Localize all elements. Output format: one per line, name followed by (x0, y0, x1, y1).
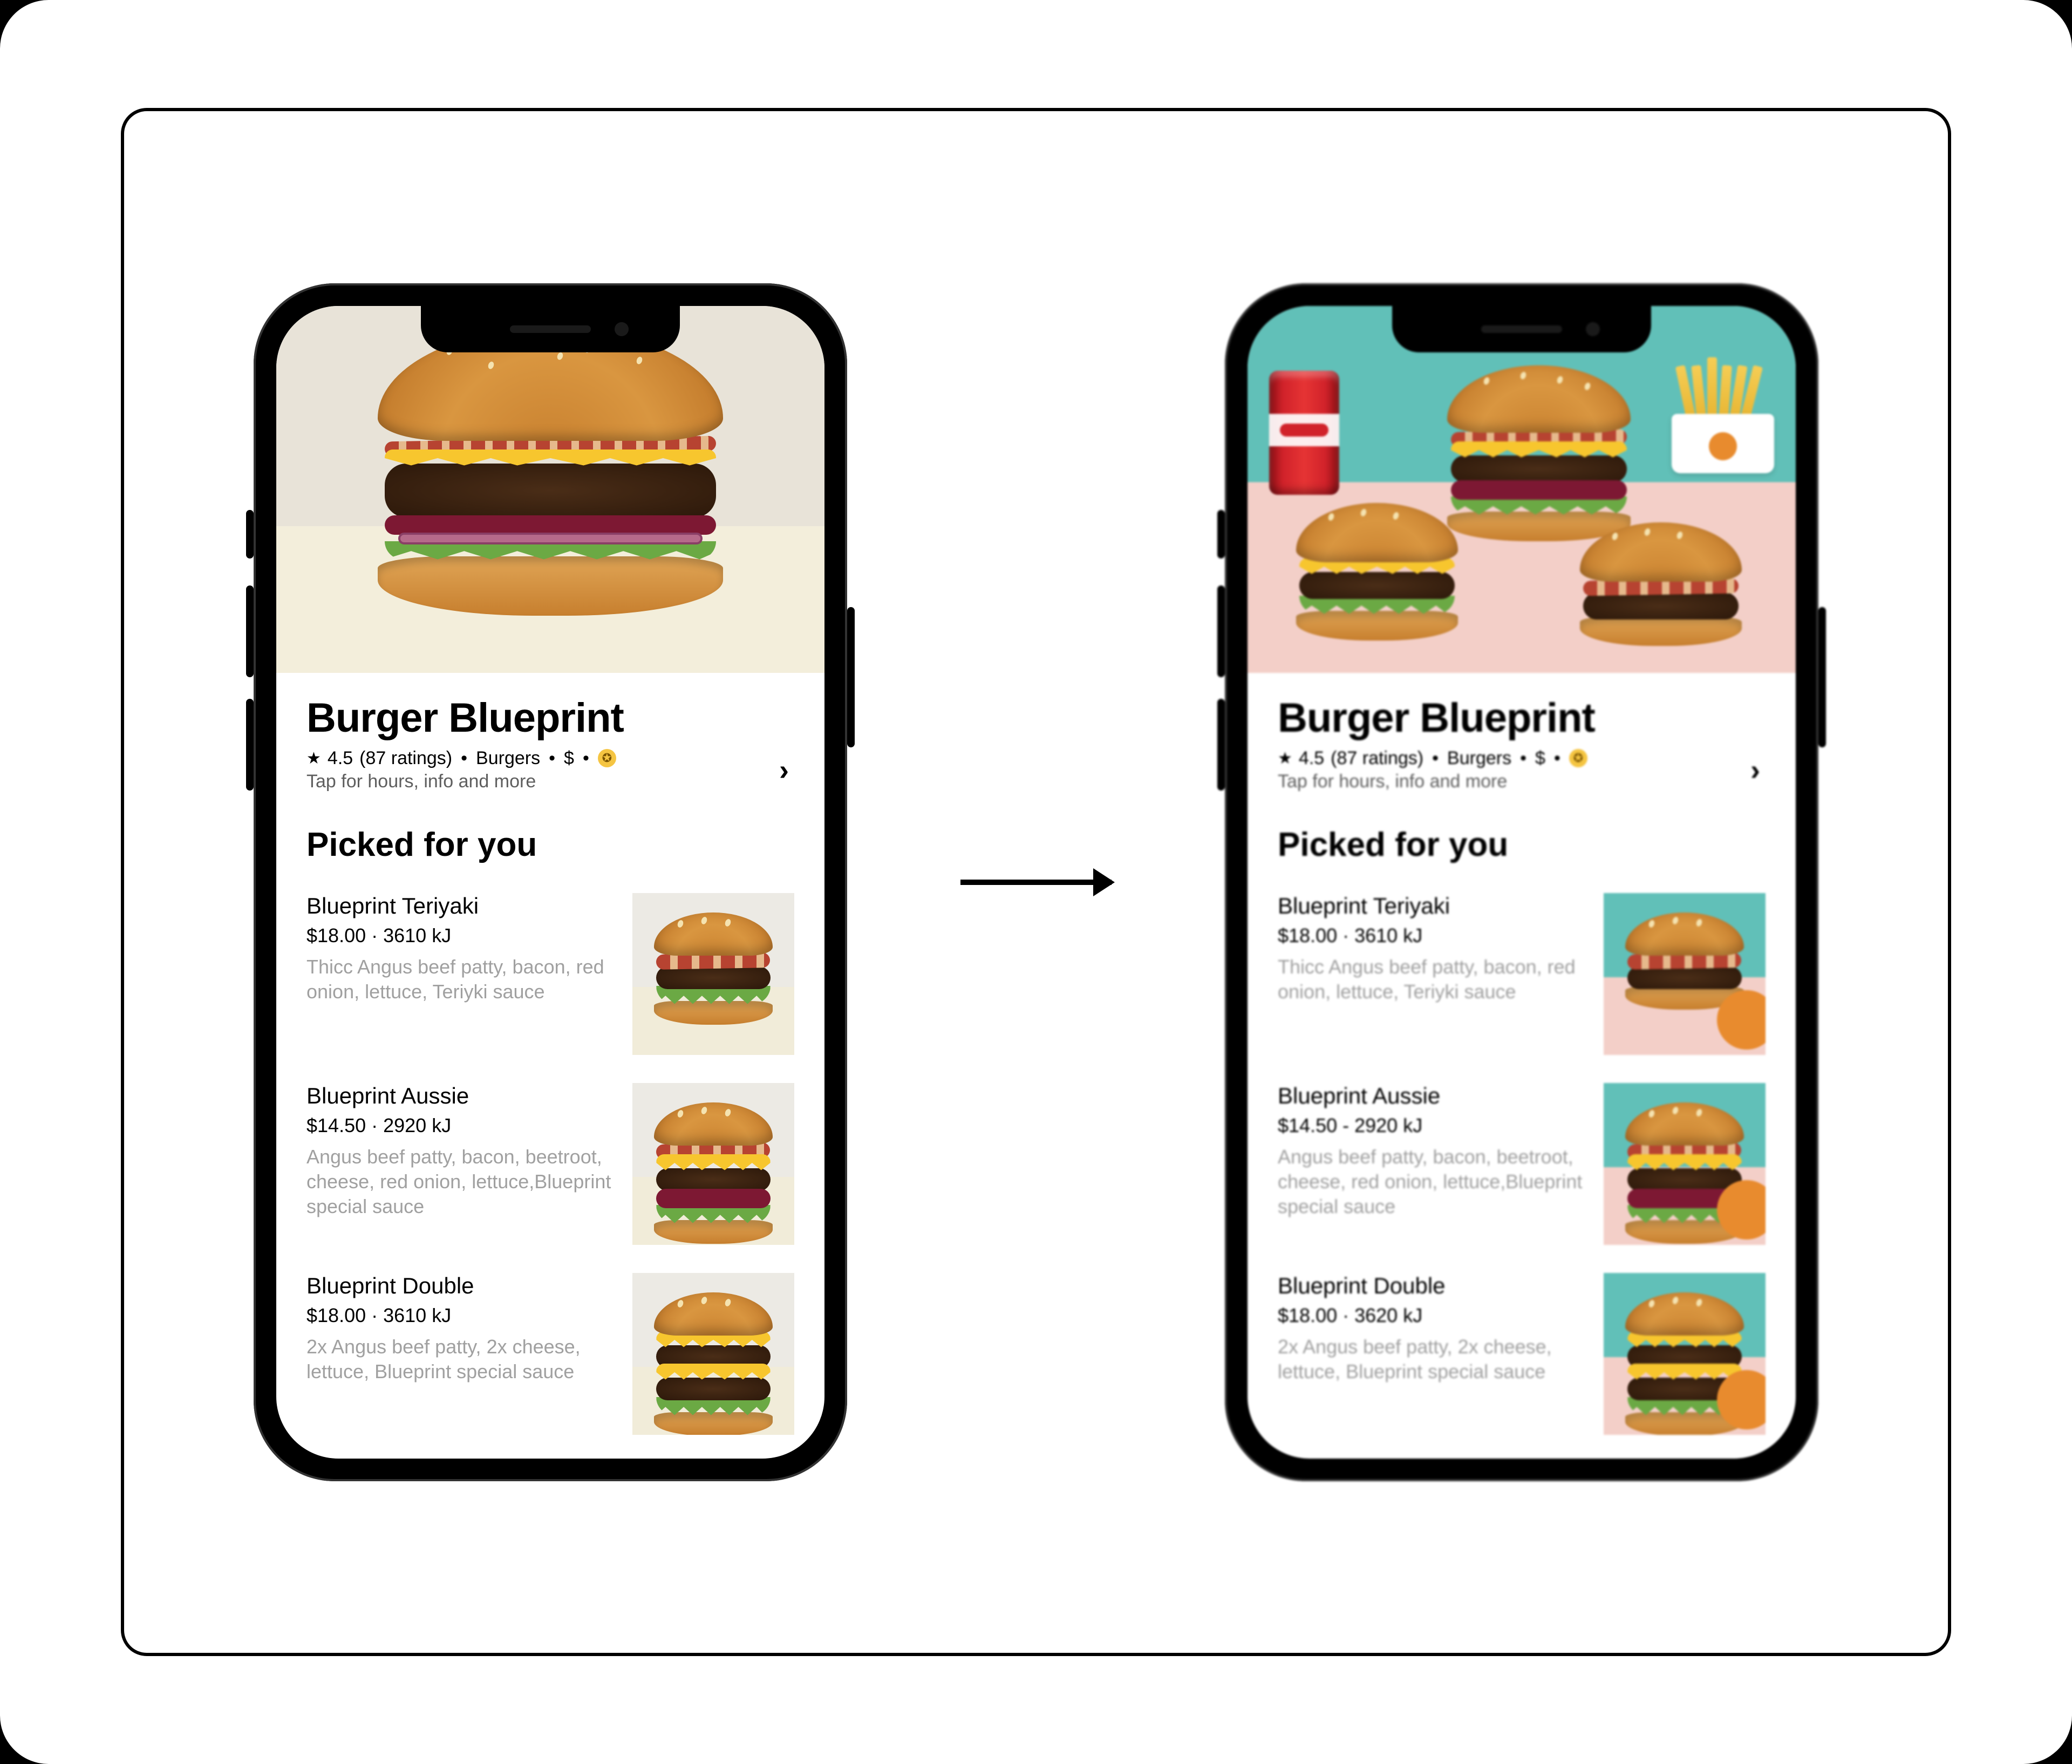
award-badge-icon: ✪ (1569, 749, 1587, 767)
restaurant-hero-image[interactable] (1248, 306, 1796, 673)
restaurant-info-row[interactable]: ★ 4.5 (87 ratings) Burgers $ ✪ Tap for h… (1278, 748, 1766, 792)
menu-item-description: Angus beef patty, bacon, beetroot, chees… (306, 1145, 616, 1219)
star-icon: ★ (306, 749, 321, 768)
menu-item-description: 2x Angus beef patty, 2x cheese, lettuce,… (1278, 1334, 1587, 1384)
restaurant-hero-image[interactable] (276, 306, 824, 673)
rating-value: 4.5 (1299, 748, 1324, 769)
menu-item[interactable]: Blueprint Teriyaki $18.00 · 3610 kJ Thic… (1278, 879, 1766, 1069)
menu-item-price: $14.50 · 2920 kJ (306, 1114, 616, 1137)
comparison-frame: Burger Blueprint ★ 4.5 (87 ratings) Burg… (121, 108, 1951, 1656)
star-icon: ★ (1278, 749, 1292, 768)
menu-item-description: Thicc Angus beef patty, bacon, red onion… (306, 955, 616, 1004)
restaurant-category: Burgers (1447, 748, 1511, 769)
award-badge-icon: ✪ (598, 749, 616, 767)
arrow-right-icon (960, 880, 1112, 885)
burger-illustration (1447, 365, 1631, 541)
rating-count: (87 ratings) (359, 748, 452, 769)
menu-item-price: $18.00 · 3610 kJ (1278, 924, 1587, 947)
screen-after[interactable]: Burger Blueprint ★ 4.5 (87 ratings) Burg… (1248, 306, 1796, 1459)
price-tier: $ (564, 748, 574, 769)
restaurant-info-row[interactable]: ★ 4.5 (87 ratings) Burgers $ ✪ Tap for h… (306, 748, 794, 792)
menu-item-name: Blueprint Double (1278, 1273, 1587, 1299)
section-heading: Picked for you (306, 826, 794, 864)
menu-item-description: Thicc Angus beef patty, bacon, red onion… (1278, 955, 1587, 1004)
hours-info-hint: Tap for hours, info and more (306, 771, 616, 792)
phone-notch (421, 306, 680, 352)
phone-mockup-after: Burger Blueprint ★ 4.5 (87 ratings) Burg… (1225, 283, 1818, 1481)
hours-info-hint: Tap for hours, info and more (1278, 771, 1587, 792)
menu-item[interactable]: Blueprint Double $18.00 · 3610 kJ 2x Ang… (306, 1259, 794, 1449)
section-heading: Picked for you (1278, 826, 1766, 864)
phone-mockup-before: Burger Blueprint ★ 4.5 (87 ratings) Burg… (254, 283, 847, 1481)
menu-item-image (1604, 1273, 1766, 1435)
restaurant-title: Burger Blueprint (1278, 694, 1766, 741)
menu-item-price: $18.00 · 3610 kJ (306, 924, 616, 947)
coke-can-illustration (1269, 371, 1339, 495)
price-tier: $ (1535, 748, 1545, 769)
menu-item-name: Blueprint Double (306, 1273, 616, 1299)
menu-item-image (632, 1083, 794, 1245)
menu-item-price: $18.00 · 3610 kJ (306, 1304, 616, 1327)
screen-before[interactable]: Burger Blueprint ★ 4.5 (87 ratings) Burg… (276, 306, 824, 1459)
fries-illustration (1672, 371, 1774, 473)
burger-illustration (1296, 503, 1458, 641)
menu-item-image (632, 893, 794, 1055)
chevron-right-icon[interactable]: › (774, 748, 794, 792)
menu-item-name: Blueprint Teriyaki (306, 893, 616, 919)
menu-item[interactable]: Blueprint Aussie $14.50 - 2920 kJ Angus … (1278, 1069, 1766, 1259)
menu-item-name: Blueprint Teriyaki (1278, 893, 1587, 919)
rating-count: (87 ratings) (1331, 748, 1423, 769)
menu-item-description: 2x Angus beef patty, 2x cheese, lettuce,… (306, 1334, 616, 1384)
menu-item-image (1604, 1083, 1766, 1245)
phone-notch (1392, 306, 1651, 352)
menu-item-image (1604, 893, 1766, 1055)
menu-item-image (632, 1273, 794, 1435)
rating-value: 4.5 (328, 748, 353, 769)
menu-item-description: Angus beef patty, bacon, beetroot, chees… (1278, 1145, 1587, 1219)
menu-item[interactable]: Blueprint Teriyaki $18.00 · 3610 kJ Thic… (306, 879, 794, 1069)
menu-item[interactable]: Blueprint Double $18.00 · 3620 kJ 2x Ang… (1278, 1259, 1766, 1449)
burger-illustration (1580, 522, 1742, 646)
restaurant-category: Burgers (476, 748, 540, 769)
burger-illustration (378, 328, 723, 616)
restaurant-title: Burger Blueprint (306, 694, 794, 741)
menu-item-price: $18.00 · 3620 kJ (1278, 1304, 1587, 1327)
chevron-right-icon[interactable]: › (1745, 748, 1766, 792)
menu-item-name: Blueprint Aussie (306, 1083, 616, 1109)
menu-item[interactable]: Blueprint Aussie $14.50 · 2920 kJ Angus … (306, 1069, 794, 1259)
menu-item-price: $14.50 - 2920 kJ (1278, 1114, 1587, 1137)
menu-item-name: Blueprint Aussie (1278, 1083, 1587, 1109)
